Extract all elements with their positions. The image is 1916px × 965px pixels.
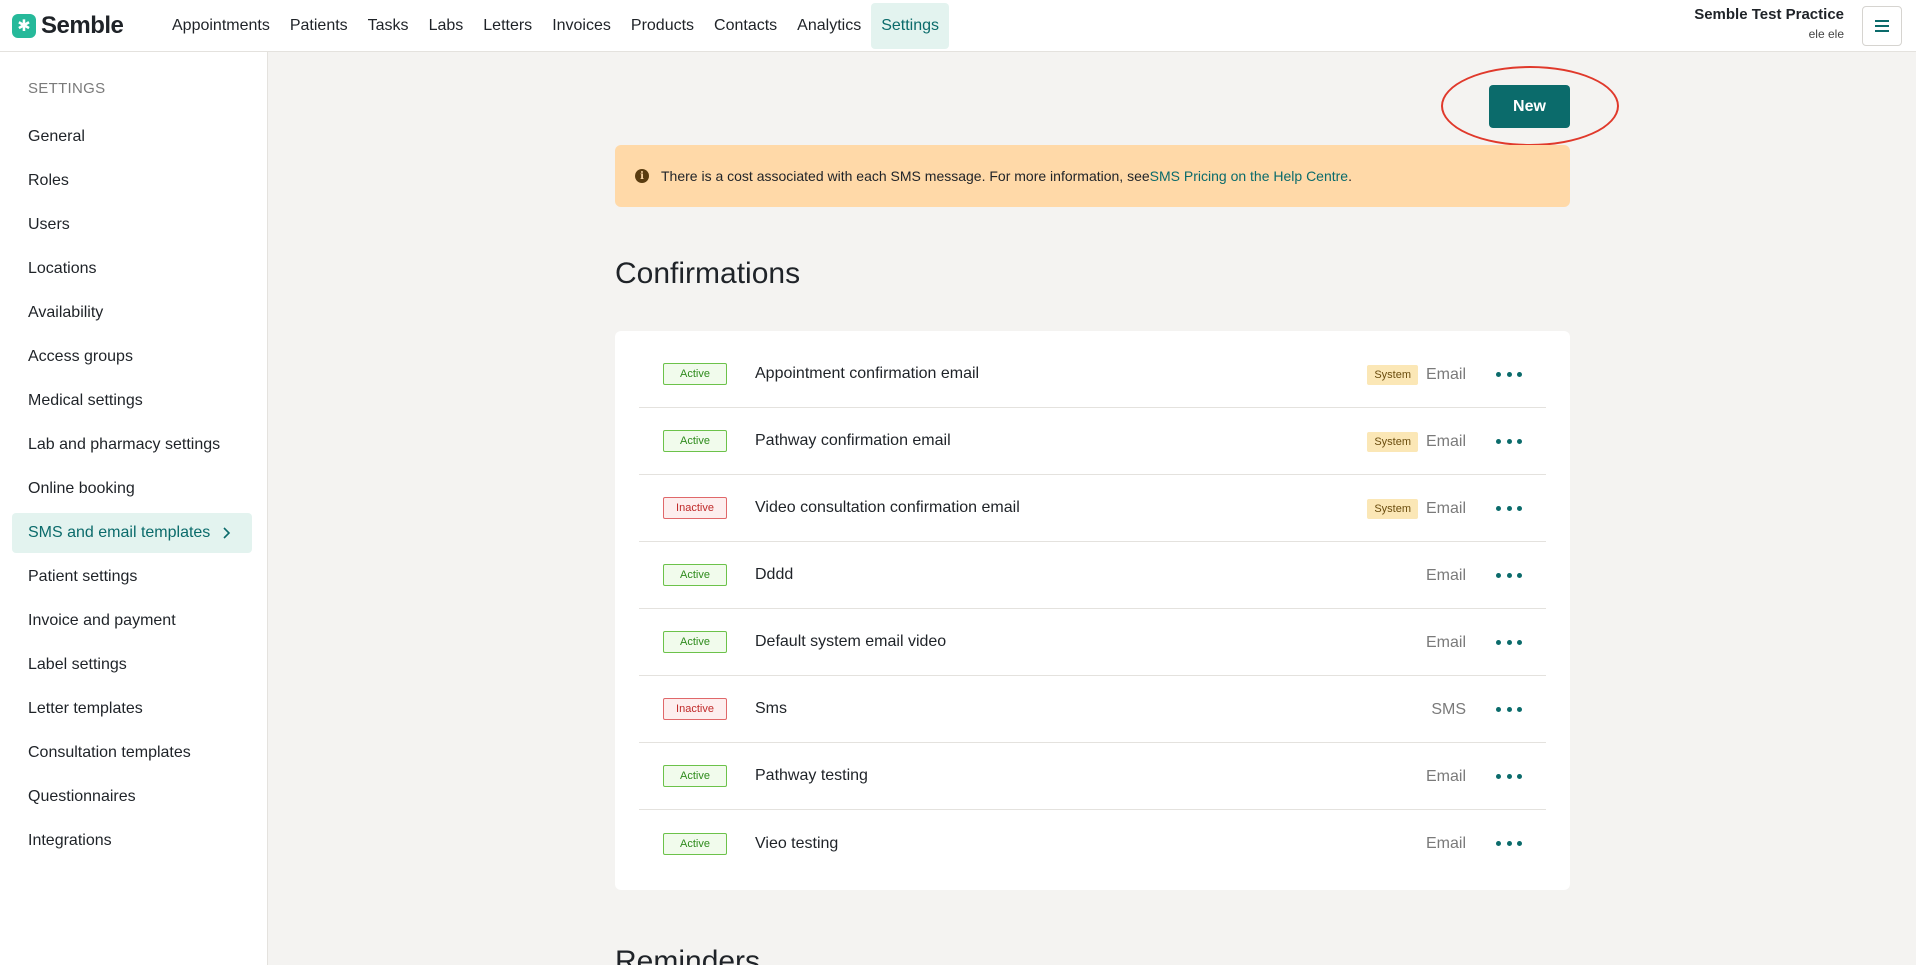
sidebar-item-roles[interactable]: Roles — [12, 161, 252, 201]
system-tag: System — [1367, 498, 1418, 519]
sidebar-item-consultation-templates[interactable]: Consultation templates — [12, 733, 252, 773]
more-options-icon[interactable] — [1496, 365, 1522, 385]
status-badge: Active — [663, 363, 727, 385]
table-row[interactable]: Active Dddd Email — [639, 542, 1546, 609]
logo-text: Semble — [41, 11, 124, 39]
sidebar-heading: SETTINGS — [28, 80, 106, 97]
top-navigation-bar: ✱ Semble Appointments Patients Tasks Lab… — [0, 0, 1916, 52]
sidebar-item-medical-settings[interactable]: Medical settings — [12, 381, 252, 421]
sidebar-item-questionnaires[interactable]: Questionnaires — [12, 777, 252, 817]
sidebar-item-letter-templates[interactable]: Letter templates — [12, 689, 252, 729]
sms-pricing-link[interactable]: SMS Pricing on the Help Centre — [1150, 168, 1348, 184]
table-row[interactable]: Inactive Video consultation confirmation… — [639, 475, 1546, 542]
main-content: New i There is a cost associated with ea… — [268, 52, 1916, 965]
channel-label: Email — [1426, 767, 1467, 785]
notice-text: There is a cost associated with each SMS… — [661, 168, 1150, 184]
notice-suffix: . — [1348, 168, 1352, 184]
reminders-heading: Reminders — [615, 945, 761, 965]
template-name[interactable]: Video consultation confirmation email — [755, 499, 1020, 517]
template-name[interactable]: Appointment confirmation email — [755, 365, 979, 383]
sidebar-list: General Roles Users Locations Availabili… — [12, 117, 252, 865]
nav-letters[interactable]: Letters — [473, 3, 542, 49]
template-name[interactable]: Dddd — [755, 566, 793, 584]
practice-name: Semble Test Practice — [1694, 6, 1844, 23]
sidebar-item-sms-email-templates[interactable]: SMS and email templates — [12, 513, 252, 553]
status-badge: Inactive — [663, 698, 727, 720]
status-badge: Active — [663, 765, 727, 787]
semble-logo[interactable]: ✱ Semble — [12, 12, 152, 40]
channel-label: Email — [1426, 834, 1467, 852]
nav-patients[interactable]: Patients — [280, 3, 358, 49]
status-badge: Active — [663, 564, 727, 586]
template-name[interactable]: Vieo testing — [755, 835, 838, 853]
channel-label: Email — [1426, 499, 1467, 517]
sms-cost-notice: i There is a cost associated with each S… — [615, 145, 1570, 207]
channel-label: Email — [1426, 566, 1467, 584]
template-name[interactable]: Pathway testing — [755, 767, 868, 785]
table-row[interactable]: Active Default system email video Email — [639, 609, 1546, 676]
account-info[interactable]: Semble Test Practice ele ele — [1694, 6, 1844, 41]
sidebar-item-patient-settings[interactable]: Patient settings — [12, 557, 252, 597]
table-row[interactable]: Active Appointment confirmation email Sy… — [639, 341, 1546, 408]
nav-settings[interactable]: Settings — [871, 2, 950, 49]
nav-labs[interactable]: Labs — [419, 3, 474, 49]
table-row[interactable]: Active Vieo testing Email — [639, 810, 1546, 877]
system-tag: System — [1367, 431, 1418, 452]
channel-label: Email — [1426, 432, 1467, 450]
template-name[interactable]: Pathway confirmation email — [755, 432, 951, 450]
nav-appointments[interactable]: Appointments — [162, 3, 280, 49]
status-badge: Inactive — [663, 497, 727, 519]
semble-logo-icon: ✱ — [12, 13, 36, 38]
sidebar-item-access-groups[interactable]: Access groups — [12, 337, 252, 377]
sidebar-item-general[interactable]: General — [12, 117, 252, 157]
sidebar-item-availability[interactable]: Availability — [12, 293, 252, 333]
more-options-icon[interactable] — [1496, 834, 1522, 854]
hamburger-menu-button[interactable] — [1862, 6, 1902, 46]
table-row[interactable]: Active Pathway confirmation email System… — [639, 408, 1546, 475]
more-options-icon[interactable] — [1496, 566, 1522, 586]
channel-label: Email — [1426, 633, 1467, 651]
more-options-icon[interactable] — [1496, 432, 1522, 452]
system-tag: System — [1367, 364, 1418, 385]
nav-tasks[interactable]: Tasks — [358, 3, 419, 49]
status-badge: Active — [663, 631, 727, 653]
main-nav: Appointments Patients Tasks Labs Letters… — [162, 0, 950, 52]
user-name: ele ele — [1808, 27, 1844, 41]
nav-invoices[interactable]: Invoices — [542, 3, 621, 49]
more-options-icon[interactable] — [1496, 633, 1522, 653]
sidebar-item-label-settings[interactable]: Label settings — [12, 645, 252, 685]
confirmations-heading: Confirmations — [615, 257, 801, 290]
sidebar-item-locations[interactable]: Locations — [12, 249, 252, 289]
sidebar-item-integrations[interactable]: Integrations — [12, 821, 252, 861]
chevron-right-icon — [223, 527, 231, 539]
more-options-icon[interactable] — [1496, 499, 1522, 519]
table-row[interactable]: Active Pathway testing Email — [639, 743, 1546, 810]
nav-products[interactable]: Products — [621, 3, 704, 49]
nav-analytics[interactable]: Analytics — [787, 3, 871, 49]
nav-contacts[interactable]: Contacts — [704, 3, 787, 49]
template-name[interactable]: Sms — [755, 700, 787, 718]
channel-label: SMS — [1431, 700, 1466, 718]
hamburger-icon — [1875, 20, 1889, 32]
sidebar-item-users[interactable]: Users — [12, 205, 252, 245]
sidebar-item-online-booking[interactable]: Online booking — [12, 469, 252, 509]
table-row[interactable]: Inactive Sms SMS — [639, 676, 1546, 743]
more-options-icon[interactable] — [1496, 700, 1522, 720]
template-name[interactable]: Default system email video — [755, 633, 946, 651]
settings-sidebar: SETTINGS General Roles Users Locations A… — [0, 52, 268, 965]
more-options-icon[interactable] — [1496, 767, 1522, 787]
status-badge: Active — [663, 832, 727, 855]
sidebar-item-invoice-payment[interactable]: Invoice and payment — [12, 601, 252, 641]
confirmations-list: Active Appointment confirmation email Sy… — [615, 331, 1570, 890]
sidebar-item-label: SMS and email templates — [28, 524, 211, 541]
new-template-button[interactable]: New — [1489, 85, 1570, 128]
channel-label: Email — [1426, 365, 1467, 383]
status-badge: Active — [663, 430, 727, 452]
info-icon: i — [635, 169, 649, 183]
sidebar-item-lab-pharmacy-settings[interactable]: Lab and pharmacy settings — [12, 425, 252, 465]
